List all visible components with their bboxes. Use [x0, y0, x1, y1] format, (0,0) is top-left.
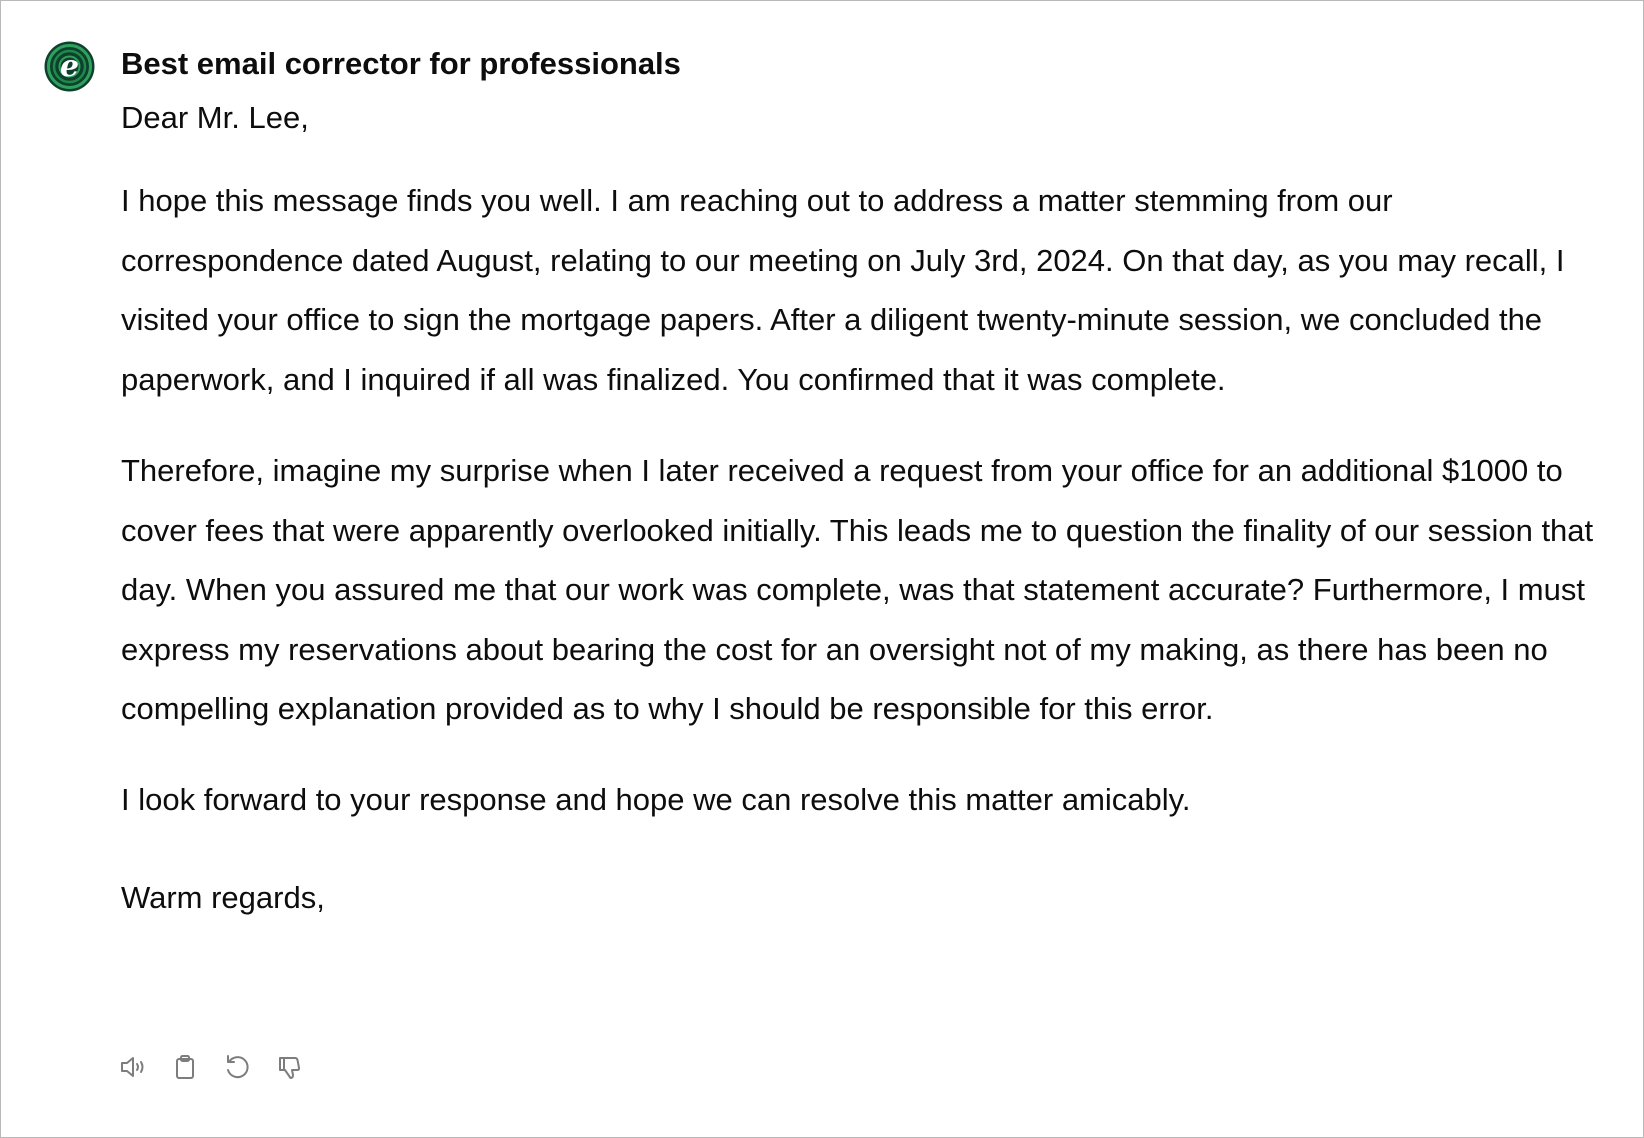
message-actions: [119, 1053, 303, 1081]
green-e-logo-icon: e: [44, 41, 95, 92]
read-aloud-button[interactable]: [119, 1053, 147, 1081]
gpt-avatar: e: [44, 41, 95, 92]
email-paragraph: I hope this message finds you well. I am…: [121, 183, 1565, 397]
regenerate-button[interactable]: [223, 1053, 251, 1081]
refresh-icon: [227, 1055, 249, 1079]
clipboard-icon: [176, 1055, 194, 1079]
bad-response-button[interactable]: [275, 1053, 303, 1081]
copy-button[interactable]: [171, 1053, 199, 1081]
email-paragraph: I look forward to your response and hope…: [121, 781, 1191, 817]
thumbs-down-icon: [279, 1057, 301, 1079]
email-paragraph: Therefore, imagine my surprise when I la…: [121, 453, 1594, 726]
gpt-name: Best email corrector for professionals: [121, 46, 681, 81]
email-salutation: Dear Mr. Lee,: [121, 100, 309, 135]
message-content: Best email corrector for professionals D…: [121, 43, 1601, 919]
chat-message-panel: e Best email corrector for professionals…: [0, 0, 1644, 1138]
speaker-icon: [121, 1057, 144, 1077]
email-closing: Warm regards,: [121, 879, 325, 915]
svg-text:e: e: [60, 49, 79, 84]
